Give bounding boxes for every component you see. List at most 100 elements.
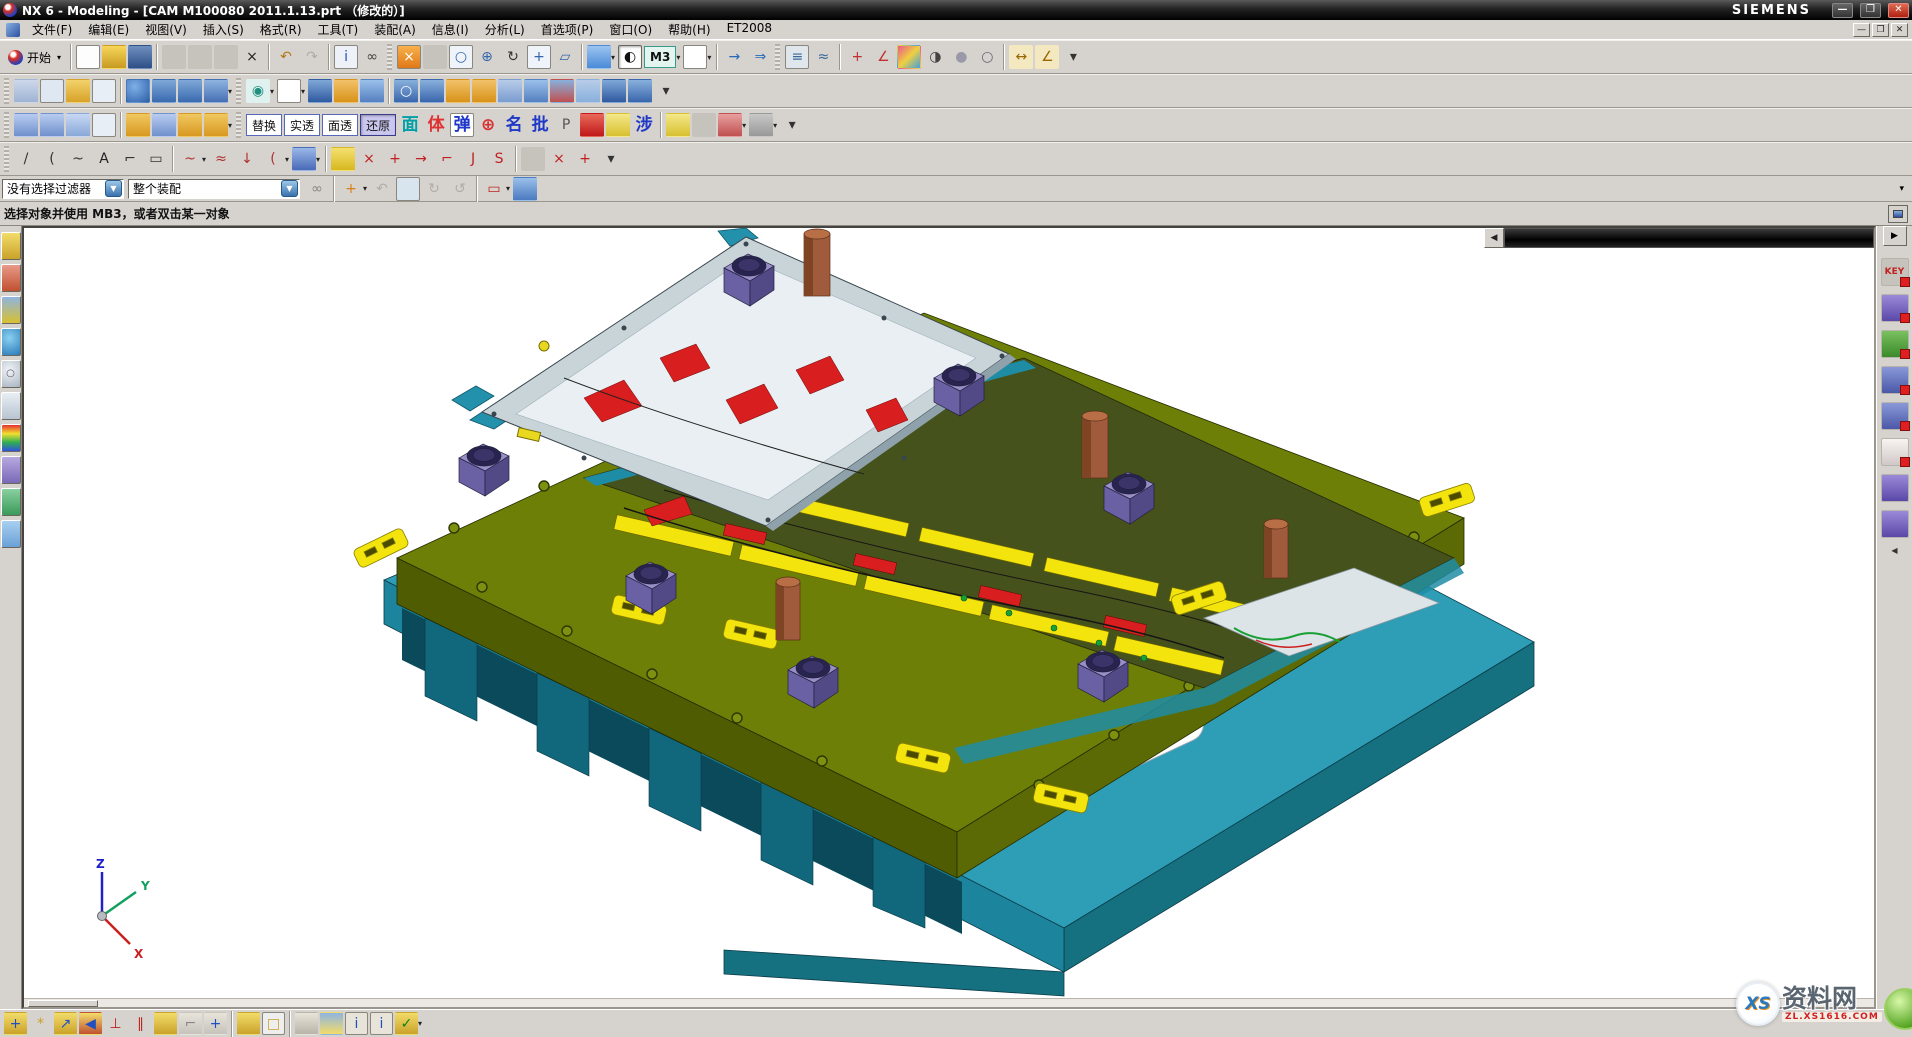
studio-spline-icon[interactable]: ~ <box>178 147 202 171</box>
scroll-track[interactable] <box>1504 228 1874 248</box>
rotate-cw-icon[interactable]: ↻ <box>422 177 446 201</box>
roles-tab[interactable] <box>1 488 21 516</box>
paste-icon[interactable] <box>214 45 238 69</box>
fillet-curve-icon[interactable]: ⌐ <box>435 147 459 171</box>
edit-curve-icon[interactable] <box>521 147 545 171</box>
batch-tool-button[interactable]: 批 <box>528 113 552 137</box>
scroll-left-icon[interactable]: ◀ <box>1484 228 1504 248</box>
curve-mesh-surface-icon[interactable] <box>66 113 90 137</box>
toolbar-grip[interactable] <box>4 78 9 104</box>
spline-icon[interactable]: ~ <box>66 147 90 171</box>
bolt-template-icon[interactable] <box>1881 294 1909 322</box>
move-component-icon[interactable]: ↗ <box>54 1012 77 1035</box>
menu-item-11[interactable]: 帮助(H) <box>660 20 718 39</box>
sketch-icon[interactable]: ◉ <box>246 79 270 103</box>
add-component-icon[interactable]: + <box>4 1012 27 1035</box>
show-icon[interactable]: ○ <box>975 45 999 69</box>
divide-curve-icon[interactable]: + <box>383 147 407 171</box>
toolbar-grip[interactable] <box>236 112 241 138</box>
menu-item-7[interactable]: 信息(I) <box>424 20 477 39</box>
rotate-ccw-icon[interactable]: ↺ <box>448 177 472 201</box>
open-folder-icon[interactable] <box>102 45 126 69</box>
name-display-button[interactable]: 名 <box>502 113 526 137</box>
chamfer-corner-icon[interactable]: ⌐ <box>118 147 142 171</box>
flange-icon[interactable] <box>178 113 202 137</box>
clearance-check-icon-dropdown[interactable]: ▾ <box>418 1019 422 1028</box>
copy-icon[interactable] <box>188 45 212 69</box>
edit-object-display-icon[interactable] <box>897 45 921 69</box>
body-display-button[interactable]: 体 <box>424 113 448 137</box>
marquee-select-icon-dropdown[interactable]: ▾ <box>506 184 510 193</box>
drafted-block-icon[interactable] <box>360 79 384 103</box>
undo-selection-icon[interactable]: ↶ <box>370 177 394 201</box>
sew-icon[interactable] <box>602 79 626 103</box>
face-transparency-button[interactable]: 面透 <box>322 114 358 136</box>
bend-icon[interactable] <box>204 113 228 137</box>
emboss-feature-icon[interactable] <box>498 79 522 103</box>
pad-feature-icon[interactable] <box>178 79 202 103</box>
cube-select-icon[interactable] <box>396 177 420 201</box>
curve-length-icon[interactable]: → <box>409 147 433 171</box>
smooth-spline-icon[interactable]: S <box>487 147 511 171</box>
through-curves-icon[interactable] <box>40 113 64 137</box>
draft-analysis-icon[interactable] <box>66 79 90 103</box>
orient-view-cube-icon-dropdown[interactable]: ▾ <box>611 53 615 62</box>
edit-pole-icon[interactable]: + <box>573 147 597 171</box>
explode-assembly-icon[interactable]: □ <box>262 1012 285 1035</box>
marquee-select-icon[interactable]: ▭ <box>482 177 506 201</box>
datum-plane-icon[interactable] <box>277 79 301 103</box>
face-analysis-icon-dropdown[interactable]: ▾ <box>707 53 711 62</box>
revolve-icon[interactable] <box>334 79 358 103</box>
shaft-template-icon[interactable] <box>1881 474 1909 502</box>
extrude-icon[interactable] <box>308 79 332 103</box>
product-outline-icon[interactable] <box>295 1012 318 1035</box>
fit-view-icon[interactable]: × <box>397 45 421 69</box>
toolbar-grip[interactable] <box>236 78 241 104</box>
menu-item-12[interactable]: ET2008 <box>719 20 780 39</box>
import-part-icon-dropdown[interactable]: ▾ <box>773 121 777 130</box>
assembly-navigator-tab[interactable] <box>1 232 21 260</box>
new-file-icon[interactable] <box>76 45 100 69</box>
line-icon[interactable]: / <box>14 147 38 171</box>
bend-icon-dropdown[interactable]: ▾ <box>228 121 232 130</box>
replace-button[interactable]: 替换 <box>246 114 282 136</box>
offset-face-icon[interactable] <box>524 79 548 103</box>
3d-model-die-assembly[interactable]: Z Y X <box>24 228 1876 999</box>
block-feature-icon[interactable] <box>204 79 228 103</box>
minimize-button[interactable]: — <box>1832 3 1853 18</box>
face-display-button[interactable]: 面 <box>398 113 422 137</box>
delete-icon[interactable]: × <box>240 45 264 69</box>
snap-point-icon[interactable]: + <box>339 177 363 201</box>
menu-item-5[interactable]: 工具(T) <box>310 20 367 39</box>
block-blue-template-icon[interactable] <box>1881 366 1909 394</box>
selection-scope-arrow-icon[interactable]: ▼ <box>281 180 298 197</box>
section-curve-icon[interactable] <box>292 147 316 171</box>
find-icon[interactable]: ∞ <box>360 45 384 69</box>
menu-item-6[interactable]: 装配(A) <box>366 20 424 39</box>
red-cube-icon[interactable] <box>580 113 604 137</box>
constraint-wrench-icon[interactable]: + <box>204 1012 227 1035</box>
viewport-top-scrollbar[interactable]: ◀ <box>1484 228 1874 248</box>
scroll-thumb[interactable] <box>28 1000 98 1007</box>
m3-view-button-dropdown[interactable]: ▾ <box>676 53 680 62</box>
selection-scope-dropdown[interactable]: 整个装配 ▼ <box>128 179 300 199</box>
measure-distance-icon[interactable]: ↔ <box>1009 45 1033 69</box>
spring-tool-button[interactable]: 弹 <box>450 113 474 137</box>
pan-icon[interactable]: + <box>527 45 551 69</box>
plate-template-icon[interactable] <box>1881 402 1909 430</box>
menu-item-2[interactable]: 视图(V) <box>137 20 195 39</box>
x-form-icon[interactable]: × <box>547 147 571 171</box>
menu-item-8[interactable]: 分析(L) <box>477 20 533 39</box>
new-component-icon[interactable]: * <box>29 1012 52 1035</box>
child-window-icon[interactable] <box>6 23 20 37</box>
zoom-box-icon[interactable] <box>423 45 447 69</box>
split-body-icon[interactable] <box>576 79 600 103</box>
relations-info-icon[interactable]: i <box>370 1012 393 1035</box>
section-surface-icon[interactable] <box>152 113 176 137</box>
m3-view-button[interactable]: M3 <box>644 46 676 68</box>
swept-surface-icon[interactable] <box>126 113 150 137</box>
datum-plane-pair-icon[interactable] <box>40 79 64 103</box>
start-menu-button[interactable]: 开始 <box>2 47 67 68</box>
palette-tab[interactable] <box>1 392 21 420</box>
point-coords-icon[interactable]: P <box>554 113 578 137</box>
